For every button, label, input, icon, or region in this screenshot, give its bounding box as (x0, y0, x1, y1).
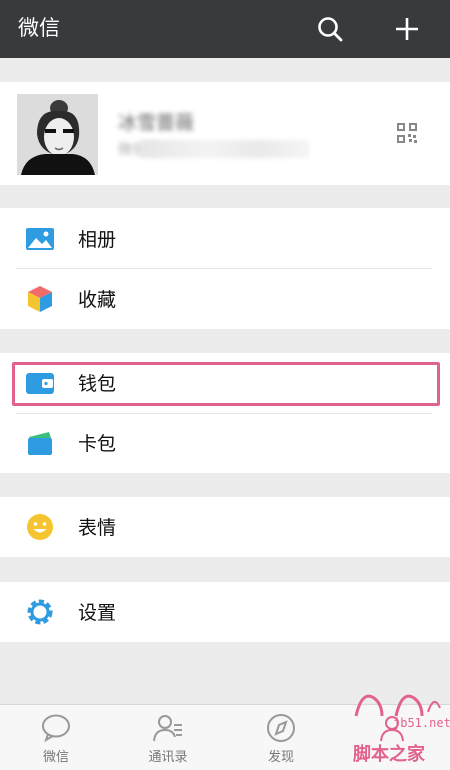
profile-wechat-id-blurred (140, 140, 310, 158)
menu-group-1: 相册 收藏 (0, 208, 450, 329)
plus-icon (396, 18, 418, 40)
avatar (17, 94, 98, 175)
tab-label-contacts: 通讯录 (148, 750, 188, 765)
menu-label-album: 相册 (78, 229, 117, 251)
menu-group-3: 表情 (0, 497, 450, 557)
tab-label-chats: 微信 (42, 750, 69, 765)
menu-label-cards: 卡包 (78, 433, 117, 455)
search-icon (318, 17, 343, 42)
top-bar: 微信 (0, 0, 450, 58)
app-title: 微信 (18, 16, 60, 40)
menu-group-4: 设置 (0, 582, 450, 642)
compass-icon (267, 714, 295, 742)
watermark-site-name: 脚本之家 (353, 744, 425, 765)
smiley-icon (25, 512, 55, 542)
menu-label-stickers: 表情 (78, 517, 117, 539)
card-icon (25, 428, 55, 458)
wallet-highlight-box (12, 362, 440, 406)
qr-code-icon[interactable] (395, 121, 419, 145)
menu-item-album[interactable]: 相册 (0, 209, 450, 268)
profile-nickname: 冰雪蔷薇 (118, 112, 195, 134)
watermark-url: jb51.net (393, 716, 450, 730)
tab-chats[interactable]: 微信 (16, 705, 96, 770)
tab-label-discover: 发现 (267, 750, 294, 765)
tab-discover[interactable]: 发现 (241, 705, 321, 770)
image-icon (25, 224, 55, 254)
menu-item-favorites[interactable]: 收藏 (0, 269, 450, 328)
gear-icon (25, 597, 55, 627)
add-button[interactable] (388, 10, 426, 48)
menu-item-stickers[interactable]: 表情 (0, 497, 450, 556)
menu-item-settings[interactable]: 设置 (0, 582, 450, 641)
tab-contacts[interactable]: 通讯录 (128, 705, 208, 770)
menu-label-favorites: 收藏 (78, 289, 117, 311)
search-button[interactable] (311, 10, 349, 48)
cube-icon (25, 284, 55, 314)
contacts-icon (153, 715, 182, 742)
profile-card[interactable]: 冰雪蔷薇 微信号： (0, 82, 450, 185)
chat-bubble-icon (42, 714, 70, 743)
menu-item-cards[interactable]: 卡包 (0, 413, 450, 472)
menu-label-settings: 设置 (78, 602, 117, 624)
